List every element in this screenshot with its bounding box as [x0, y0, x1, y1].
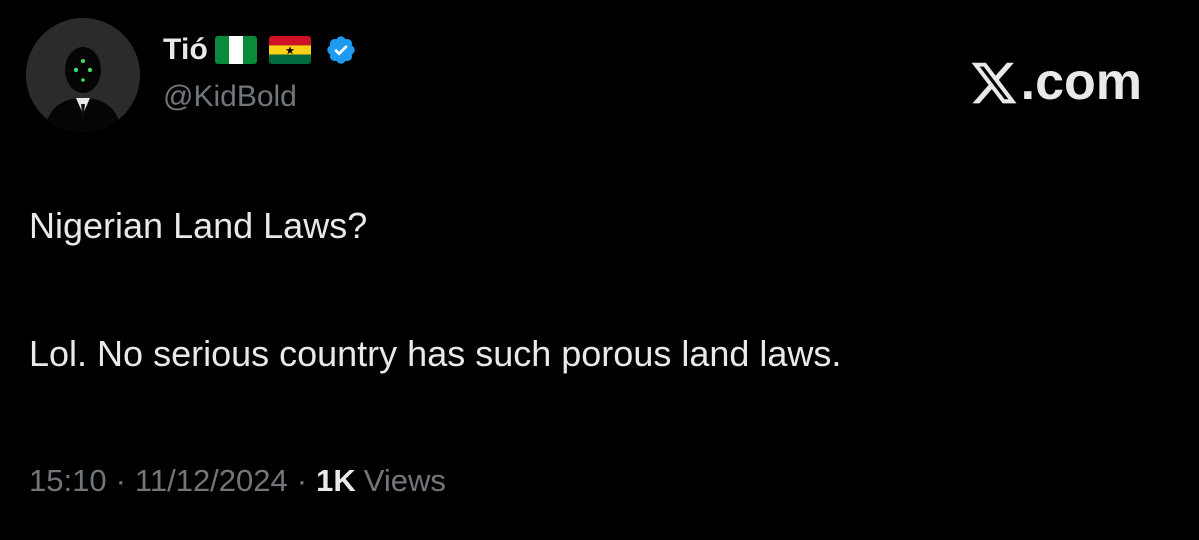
x-logo-icon	[971, 62, 1017, 104]
post-meta: 15:10 · 11/12/2024 · 1K Views	[29, 463, 446, 499]
verified-badge-icon	[327, 36, 355, 64]
ghana-flag-icon	[269, 36, 312, 64]
views-count[interactable]: 1K	[316, 463, 356, 499]
nigeria-flag-icon	[215, 36, 258, 64]
display-name[interactable]: Tió	[163, 33, 208, 67]
author-name-row: Tió	[163, 30, 357, 70]
post-text-line-2: Lol. No serious country has such porous …	[29, 333, 842, 374]
meta-separator: ·	[296, 463, 308, 498]
views-label: Views	[363, 463, 446, 498]
x-brand-watermark: .com	[969, 52, 1142, 112]
author-handle[interactable]: @KidBold	[163, 80, 297, 114]
avatar[interactable]	[26, 18, 140, 132]
post-text-line-1: Nigerian Land Laws?	[29, 205, 368, 246]
post-time[interactable]: 15:10	[29, 463, 107, 499]
tweet-card: Tió @KidBold .com Nigerian Land Laws? Lo…	[0, 0, 1199, 540]
avatar-image	[26, 18, 140, 132]
post-date[interactable]: 11/12/2024	[135, 463, 288, 499]
meta-separator: ·	[115, 463, 126, 498]
brand-domain-text: .com	[1020, 53, 1142, 111]
